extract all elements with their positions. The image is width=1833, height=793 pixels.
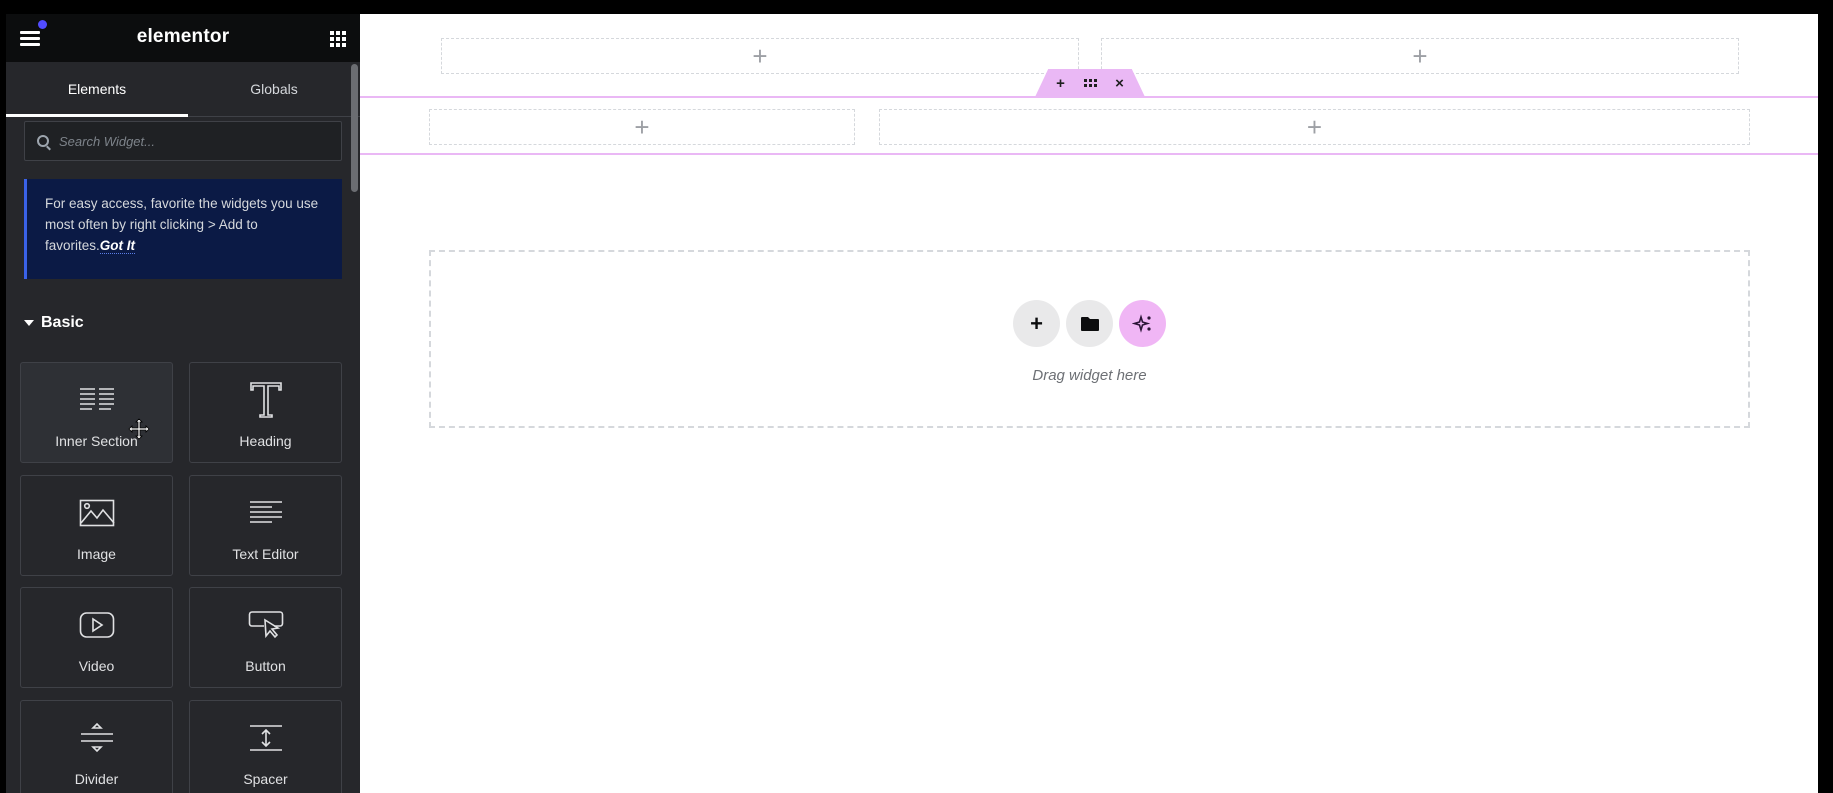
empty-column[interactable]: +: [1101, 38, 1739, 74]
category-label: Basic: [41, 314, 84, 331]
apps-grid-icon[interactable]: [330, 31, 346, 47]
empty-column[interactable]: +: [429, 109, 855, 145]
favorites-notice: For easy access, favorite the widgets yo…: [24, 179, 342, 279]
empty-column[interactable]: +: [879, 109, 1750, 145]
panel-scrollbar[interactable]: [351, 64, 358, 192]
caret-down-icon: [24, 320, 34, 326]
divider-icon: [21, 719, 172, 757]
add-element-icon[interactable]: +: [634, 114, 649, 140]
plus-icon: +: [1030, 310, 1043, 336]
drag-widget-hint: Drag widget here: [1032, 367, 1147, 384]
widget-video[interactable]: Video: [20, 587, 173, 688]
add-template-button[interactable]: [1066, 300, 1113, 347]
image-icon: [21, 494, 172, 532]
drag-handle-icon[interactable]: [1083, 79, 1097, 87]
elementor-editor: elementor Elements Globals For easy acce…: [0, 0, 1833, 793]
widget-label: Button: [245, 658, 286, 674]
elementor-logo: elementor: [136, 26, 230, 47]
notice-text: For easy access, favorite the widgets yo…: [45, 196, 319, 253]
section-handle: + ×: [1035, 69, 1145, 97]
panel-tabs: Elements Globals: [6, 62, 360, 117]
add-section-button[interactable]: +: [1054, 75, 1068, 92]
heading-icon: [190, 381, 341, 419]
widget-label: Video: [78, 658, 115, 674]
text-editor-icon: [190, 494, 341, 532]
widget-text-editor[interactable]: Text Editor: [189, 475, 342, 576]
button-icon: [190, 606, 341, 644]
add-element-icon[interactable]: +: [1307, 114, 1322, 140]
empty-column[interactable]: +: [441, 38, 1079, 74]
widget-heading[interactable]: Heading: [189, 362, 342, 463]
widget-label: Text Editor: [232, 546, 299, 562]
widget-label: Image: [77, 546, 116, 562]
drop-zone-actions: +: [431, 300, 1748, 347]
tab-globals[interactable]: Globals: [188, 62, 360, 117]
video-icon: [21, 606, 172, 644]
search-widget-field[interactable]: [24, 121, 342, 161]
add-element-icon[interactable]: +: [1412, 43, 1427, 69]
spacer-icon: [190, 719, 341, 757]
got-it-link[interactable]: Got It: [99, 238, 136, 254]
inner-section-icon: [21, 381, 172, 419]
add-element-icon[interactable]: +: [752, 43, 767, 69]
add-section-drop-zone[interactable]: + Drag widget here: [429, 250, 1750, 428]
widget-label: Divider: [74, 771, 119, 787]
widget-image[interactable]: Image: [20, 475, 173, 576]
editor-canvas: + + + × + + + Drag widget here: [360, 14, 1818, 793]
ai-sparkle-icon: [1131, 313, 1151, 333]
search-widget-input[interactable]: [59, 133, 319, 149]
widget-divider[interactable]: Divider: [20, 700, 173, 793]
add-new-section-button[interactable]: +: [1013, 300, 1060, 347]
ai-generate-button[interactable]: [1119, 300, 1166, 347]
widget-label: Heading: [239, 433, 292, 449]
widget-spacer[interactable]: Spacer: [189, 700, 342, 793]
panel-header: elementor: [6, 14, 360, 62]
widget-button[interactable]: Button: [189, 587, 342, 688]
search-icon: [37, 135, 49, 147]
widget-label: Spacer: [243, 771, 288, 787]
category-basic[interactable]: Basic: [24, 314, 84, 332]
tab-elements[interactable]: Elements: [6, 62, 188, 117]
move-cursor-icon: [128, 418, 150, 440]
folder-icon: [1080, 316, 1099, 331]
delete-section-button[interactable]: ×: [1113, 75, 1127, 92]
widget-inner-section[interactable]: Inner Section: [20, 362, 173, 463]
elements-panel: elementor Elements Globals For easy acce…: [6, 14, 360, 793]
